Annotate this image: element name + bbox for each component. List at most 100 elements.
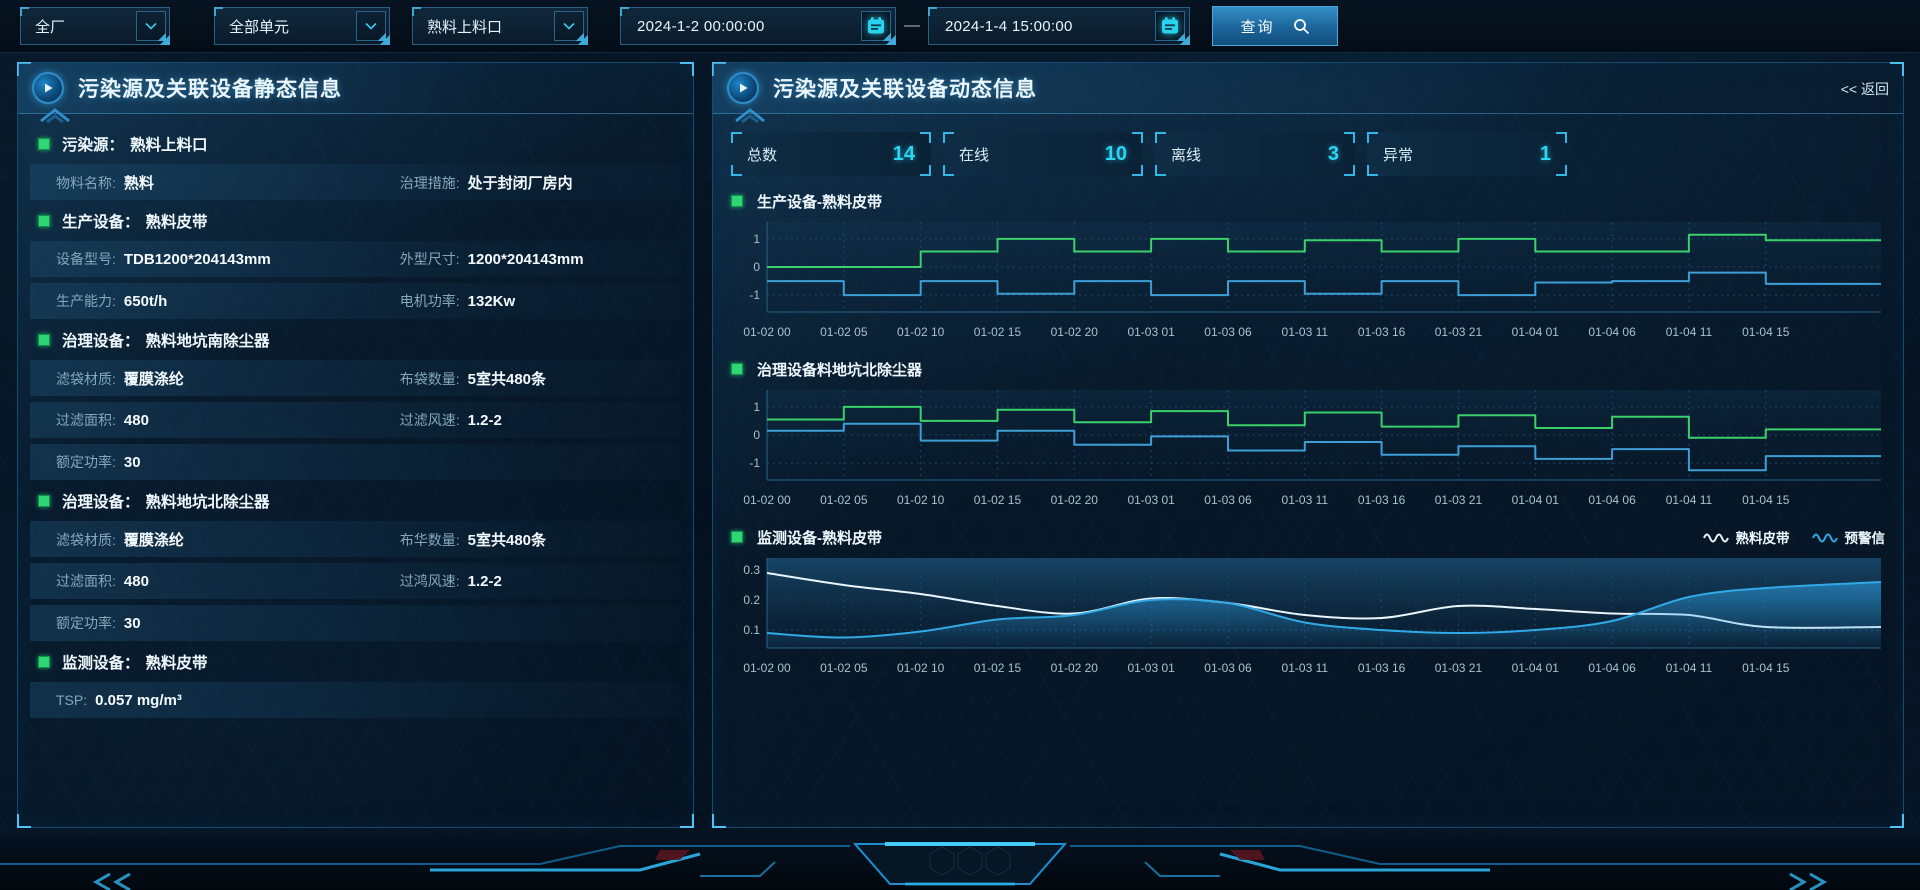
kv-value: 132Kw [468, 293, 516, 310]
kv-key: 布华数量: [400, 530, 460, 550]
plant-select[interactable]: 全厂 [20, 7, 170, 45]
kv-value: 5室共480条 [468, 368, 546, 389]
svg-text:01-04 15: 01-04 15 [1742, 325, 1790, 339]
stat-card-0: 总数14 [731, 132, 931, 176]
stat-value: 3 [1328, 143, 1339, 166]
kv-key: 过滤面积: [56, 571, 116, 591]
pollution-source-select-value: 熟料上料口 [427, 16, 554, 37]
corner-bracket [1155, 132, 1166, 143]
svg-text:01-04 06: 01-04 06 [1588, 493, 1636, 507]
chart-title-row: 治理设备料地坑北除尘器 [731, 356, 1885, 382]
legend-item[interactable]: 熟料皮带 [1703, 527, 1790, 547]
stat-value: 14 [893, 143, 915, 166]
stat-label: 在线 [959, 144, 989, 165]
corner-bracket [731, 165, 742, 176]
stat-label: 离线 [1171, 144, 1201, 165]
legend-label: 预警信 [1845, 527, 1886, 547]
end-datetime-input[interactable]: 2024-1-4 15:00:00 [928, 7, 1190, 45]
kv-cell: TSP:0.057 mg/m³ [56, 692, 400, 709]
chevron-down-icon[interactable] [136, 11, 166, 41]
kv-value: 熟料 [124, 172, 154, 193]
calendar-icon[interactable] [861, 11, 891, 41]
chevron-decoration [38, 107, 72, 123]
back-link[interactable]: << 返回 [1841, 79, 1889, 99]
dynamic-info-panel: 污染源及关联设备动态信息 << 返回 总数14在线10离线3异常1 生产设备-熟… [712, 62, 1904, 828]
static-info-panel: 污染源及关联设备静态信息 污染源：熟料上料口物料名称:熟料治理措施:处于封闭厂房… [17, 62, 694, 828]
section-label: 监测设备： [62, 651, 140, 673]
static-panel-title: 污染源及关联设备静态信息 [78, 73, 342, 103]
svg-text:01-02 00: 01-02 00 [743, 661, 791, 675]
legend-item[interactable]: 预警信 [1812, 527, 1886, 547]
svg-text:01-03 21: 01-03 21 [1435, 661, 1483, 675]
svg-text:01-02 20: 01-02 20 [1051, 661, 1099, 675]
corner-bracket [731, 132, 742, 143]
start-datetime-input[interactable]: 2024-1-2 00:00:00 [620, 7, 896, 45]
kv-cell: 过滤面积: 480 [56, 571, 400, 591]
corner-bracket [1132, 165, 1143, 176]
section-header-row: 监测设备： 熟料皮带 [30, 647, 681, 677]
svg-text:0: 0 [753, 428, 760, 442]
chart-block-1: 治理设备料地坑北除尘器 10-101-02 0001-02 0501-02 100… [731, 356, 1885, 512]
svg-text:01-03 06: 01-03 06 [1204, 493, 1252, 507]
kv-row: 过滤面积:480过鸿风速:1.2-2 [30, 563, 681, 599]
chevron-down-icon[interactable] [554, 11, 584, 41]
kv-key: 滤袋材质: [56, 369, 116, 389]
kv-cell: 额定功率:30 [56, 452, 400, 472]
query-button[interactable]: 查询 [1212, 6, 1338, 46]
svg-text:01-04 01: 01-04 01 [1512, 661, 1560, 675]
kv-value: 650t/h [124, 293, 167, 310]
kv-key: 外型尺寸: [400, 249, 460, 269]
svg-text:0.3: 0.3 [743, 563, 760, 577]
kv-key: 滤袋材质: [56, 530, 116, 550]
kv-cell: 生产能力:650t/h [56, 291, 400, 311]
pollution-source-select[interactable]: 熟料上料口 [412, 7, 588, 45]
kv-key: 设备型号: [56, 249, 116, 269]
unit-select[interactable]: 全部单元 [214, 7, 390, 45]
start-datetime-value: 2024-1-2 00:00:00 [637, 18, 861, 35]
svg-text:01-03 11: 01-03 11 [1282, 661, 1329, 675]
svg-text:0.2: 0.2 [743, 593, 760, 607]
date-range-separator: — [896, 17, 928, 35]
chart-plot: 10-101-02 0001-02 0501-02 1001-02 1501-0… [731, 216, 1887, 344]
svg-text:01-02 15: 01-02 15 [974, 661, 1022, 675]
svg-text:01-02 20: 01-02 20 [1051, 325, 1099, 339]
chart-title: 治理设备料地坑北除尘器 [757, 359, 922, 380]
svg-text:01-04 11: 01-04 11 [1666, 493, 1713, 507]
dynamic-panel-header: 污染源及关联设备动态信息 << 返回 [713, 63, 1903, 114]
chevron-down-icon[interactable] [356, 11, 386, 41]
svg-text:01-03 11: 01-03 11 [1282, 325, 1329, 339]
section-label: 治理设备： [62, 490, 140, 512]
section-header-row: 污染源：熟料上料口 [30, 129, 681, 159]
corner-bracket [1367, 132, 1378, 143]
play-icon [727, 72, 759, 104]
kv-row: 物料名称:熟料治理措施:处于封闭厂房内 [30, 164, 681, 200]
section-value: 熟料皮带 [146, 210, 208, 232]
svg-text:01-04 11: 01-04 11 [1666, 325, 1713, 339]
kv-cell: 滤袋材质:覆膜涤纶 [56, 529, 400, 550]
corner-bracket [1344, 165, 1355, 176]
kv-value: 1.2-2 [468, 412, 502, 429]
section-value: 熟料皮带 [146, 651, 208, 673]
search-icon [1293, 18, 1310, 35]
green-square-icon [38, 334, 50, 346]
kv-value: 1.2-2 [468, 573, 502, 590]
calendar-icon[interactable] [1155, 11, 1185, 41]
kv-row: 过滤面积:480过滤风速:1.2-2 [30, 402, 681, 438]
section-value: 熟料上料口 [130, 133, 208, 155]
kv-cell: 外型尺寸: 1200*204143mm [400, 249, 681, 269]
kv-cell: 电机功率:132Kw [400, 291, 681, 311]
kv-value: 480 [124, 573, 149, 590]
svg-text:01-03 11: 01-03 11 [1282, 493, 1329, 507]
svg-text:01-02 10: 01-02 10 [897, 661, 945, 675]
static-info-rows: 污染源：熟料上料口物料名称:熟料治理措施:处于封闭厂房内生产设备：熟料皮带设备型… [18, 114, 693, 721]
chart-plot: 10-101-02 0001-02 0501-02 1001-02 1501-0… [731, 384, 1887, 512]
play-icon [32, 72, 64, 104]
svg-text:01-02 15: 01-02 15 [974, 325, 1022, 339]
section-label: 生产设备： [62, 210, 140, 232]
kv-value: 1200*204143mm [468, 251, 584, 268]
chart-title-row: 生产设备-熟料皮带 [731, 188, 1885, 214]
green-square-icon [731, 531, 743, 543]
unit-select-value: 全部单元 [229, 16, 356, 37]
svg-text:01-04 01: 01-04 01 [1512, 325, 1560, 339]
svg-text:01-03 06: 01-03 06 [1204, 661, 1252, 675]
